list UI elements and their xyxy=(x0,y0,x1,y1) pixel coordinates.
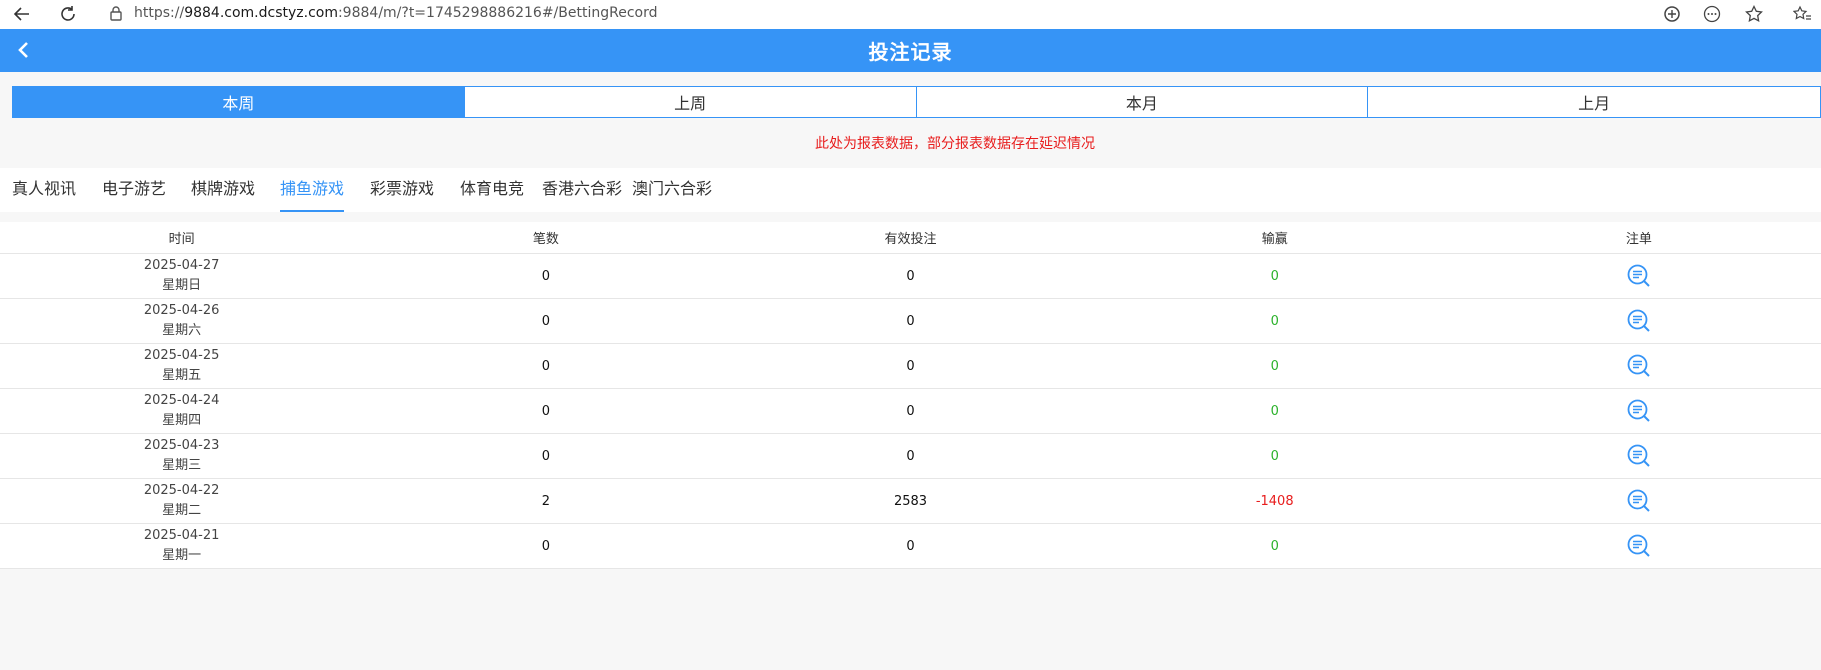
bookmark-actions xyxy=(1742,2,1766,26)
row-count: 2 xyxy=(541,493,550,509)
row-win-loss: 0 xyxy=(1270,313,1279,329)
header-valid-bet: 有效投注 xyxy=(884,232,937,247)
bet-detail-button[interactable] xyxy=(1457,398,1821,424)
table-header: 时间 笔数 有效投注 输赢 注单 xyxy=(0,222,1821,254)
row-count: 0 xyxy=(541,268,550,284)
chevron-left-icon xyxy=(18,42,28,58)
row-valid-bet: 0 xyxy=(906,313,915,329)
table-row: 2025-04-22 星期二 2 2583 -1408 xyxy=(0,479,1821,524)
row-date: 2025-04-26 星期六 xyxy=(143,303,220,338)
row-valid-bet: 0 xyxy=(906,268,915,284)
row-count: 0 xyxy=(541,313,550,329)
tab-macau-mark-six[interactable]: 澳门六合彩 xyxy=(632,168,712,212)
category-tabs: 真人视讯 电子游艺 棋牌游戏 捕鱼游戏 彩票游戏 体育电竞 香港六合彩 澳门六合… xyxy=(0,168,1821,212)
tab-sports-esports[interactable]: 体育电竞 xyxy=(460,168,524,212)
row-valid-bet: 2583 xyxy=(893,493,928,509)
row-win-loss: -1408 xyxy=(1255,493,1294,509)
lock-icon xyxy=(108,5,124,21)
reload-icon[interactable] xyxy=(56,2,80,26)
row-valid-bet: 0 xyxy=(906,358,915,374)
bet-detail-button[interactable] xyxy=(1457,488,1821,514)
translate-icon[interactable] xyxy=(1660,2,1684,26)
row-win-loss: 0 xyxy=(1270,358,1279,374)
header-count: 笔数 xyxy=(532,232,559,247)
tab-lottery-games[interactable]: 彩票游戏 xyxy=(370,168,434,212)
browser-toolbar: https://9884.com.dcstyz.com:9884/m/?t=17… xyxy=(0,0,1821,29)
row-win-loss: 0 xyxy=(1270,448,1279,464)
tab-live-video[interactable]: 真人视讯 xyxy=(12,168,76,212)
table-row: 2025-04-26 星期六 0 0 0 xyxy=(0,299,1821,344)
row-date: 2025-04-27 星期日 xyxy=(143,258,220,293)
search-list-icon xyxy=(1627,534,1650,557)
row-count: 0 xyxy=(541,538,550,554)
delay-notice: 此处为报表数据，部分报表数据存在延迟情况 xyxy=(815,136,1095,152)
favorites-actions xyxy=(1790,2,1814,26)
period-tabs: 本周 上周 本月 上月 xyxy=(12,86,1821,118)
table-row: 2025-04-23 星期三 0 0 0 xyxy=(0,434,1821,479)
browser-actions xyxy=(1660,2,1684,26)
search-list-icon xyxy=(1627,489,1650,512)
row-win-loss: 0 xyxy=(1270,268,1279,284)
row-date: 2025-04-21 星期一 xyxy=(143,528,220,563)
row-date: 2025-04-22 星期二 xyxy=(143,483,220,518)
tab-this-month[interactable]: 本月 xyxy=(917,87,1369,117)
star-icon[interactable] xyxy=(1742,2,1766,26)
search-list-icon xyxy=(1627,399,1650,422)
search-list-icon xyxy=(1627,444,1650,467)
row-count: 0 xyxy=(541,448,550,464)
row-win-loss: 0 xyxy=(1270,538,1279,554)
bet-detail-button[interactable] xyxy=(1457,308,1821,334)
tab-last-month[interactable]: 上月 xyxy=(1368,87,1820,117)
search-list-icon xyxy=(1627,354,1650,377)
tab-hk-mark-six[interactable]: 香港六合彩 xyxy=(542,168,622,212)
favorites-icon[interactable] xyxy=(1790,2,1814,26)
bet-detail-button[interactable] xyxy=(1457,353,1821,379)
row-count: 0 xyxy=(541,403,550,419)
table-row: 2025-04-25 星期五 0 0 0 xyxy=(0,344,1821,389)
back-icon[interactable] xyxy=(10,2,34,26)
tab-fishing-games[interactable]: 捕鱼游戏 xyxy=(280,168,345,212)
bet-detail-button[interactable] xyxy=(1457,533,1821,559)
header-bet-slip: 注单 xyxy=(1625,232,1652,247)
row-date: 2025-04-24 星期四 xyxy=(143,393,220,428)
tab-card-games[interactable]: 棋牌游戏 xyxy=(191,168,255,212)
tab-electronic-games[interactable]: 电子游艺 xyxy=(102,168,166,212)
row-count: 0 xyxy=(541,358,550,374)
table-row: 2025-04-27 星期日 0 0 0 xyxy=(0,254,1821,299)
url-text: https://9884.com.dcstyz.com:9884/m/?t=17… xyxy=(134,5,658,21)
betting-record-table: 时间 笔数 有效投注 输赢 注单 2025-04-27 星期日 0 0 0 202… xyxy=(0,222,1821,569)
header-win-loss: 输赢 xyxy=(1261,232,1288,247)
app-header: 投注记录 xyxy=(0,29,1821,72)
row-valid-bet: 0 xyxy=(906,448,915,464)
search-list-icon xyxy=(1627,264,1650,287)
row-date: 2025-04-25 星期五 xyxy=(143,348,220,383)
row-valid-bet: 0 xyxy=(906,538,915,554)
address-bar[interactable]: https://9884.com.dcstyz.com:9884/m/?t=17… xyxy=(96,0,1596,26)
more-icon[interactable] xyxy=(1700,2,1724,26)
tab-this-week[interactable]: 本周 xyxy=(13,87,465,117)
more-actions xyxy=(1700,2,1724,26)
header-time: 时间 xyxy=(168,232,195,247)
row-valid-bet: 0 xyxy=(906,403,915,419)
table-row: 2025-04-24 星期四 0 0 0 xyxy=(0,389,1821,434)
back-button[interactable] xyxy=(10,36,38,64)
search-list-icon xyxy=(1627,309,1650,332)
page-title: 投注记录 xyxy=(868,40,953,64)
bet-detail-button[interactable] xyxy=(1457,263,1821,289)
table-row: 2025-04-21 星期一 0 0 0 xyxy=(0,524,1821,569)
row-win-loss: 0 xyxy=(1270,403,1279,419)
bet-detail-button[interactable] xyxy=(1457,443,1821,469)
row-date: 2025-04-23 星期三 xyxy=(143,438,220,473)
tab-last-week[interactable]: 上周 xyxy=(465,87,917,117)
